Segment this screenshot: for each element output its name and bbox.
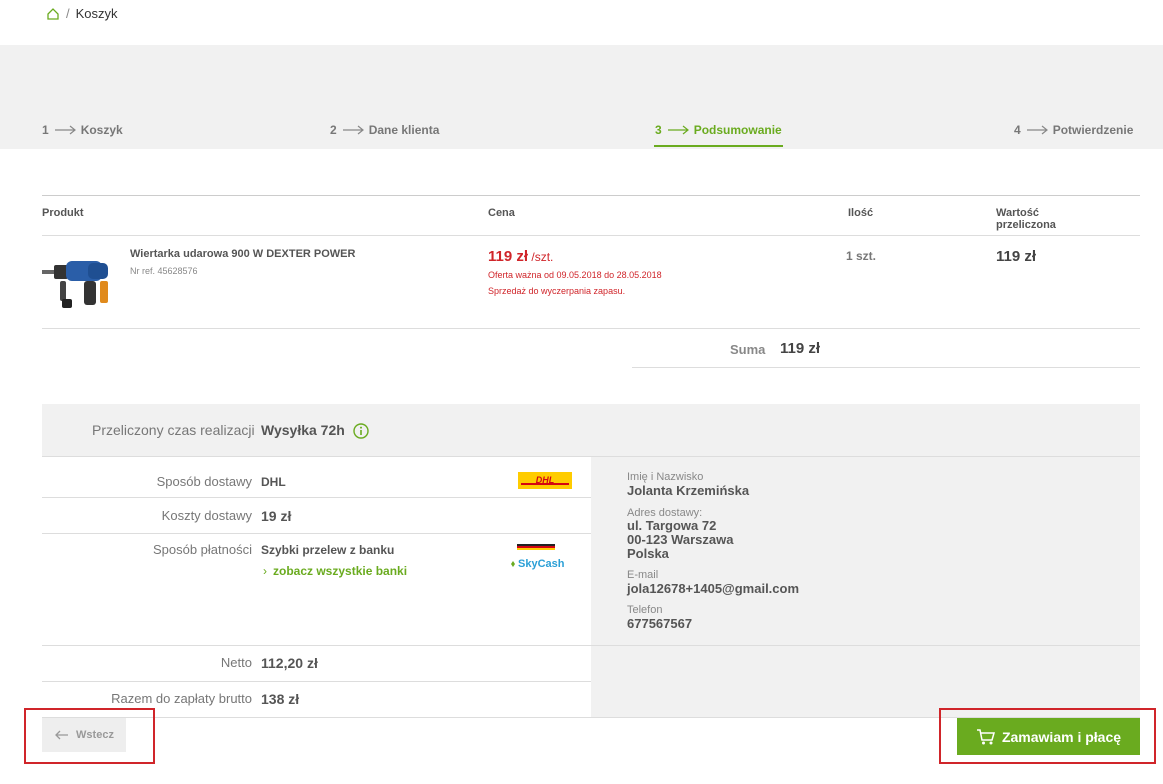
step-customer-data: 2 Dane klienta: [330, 123, 439, 137]
row-divider: [42, 681, 591, 682]
customer-details-panel: Imię i Nazwisko Jolanta Krzemińska Adres…: [591, 457, 1140, 717]
svg-text:DHL: DHL: [536, 475, 555, 485]
dhl-logo: DHL: [518, 472, 572, 489]
header-value-line1: Wartość: [996, 207, 1039, 219]
email-value: jola12678+1405@gmail.com: [627, 581, 800, 596]
product-ref: Nr ref. 45628576: [130, 266, 198, 276]
header-qty: Ilość: [848, 207, 874, 219]
delivery-cost-label: Koszty dostawy: [161, 508, 252, 523]
header-value-line2: przeliczona: [996, 219, 1056, 231]
sum-divider: [632, 367, 1140, 368]
step-confirmation: 4 Potwierdzenie: [1014, 123, 1133, 137]
chevron-right-icon: ›: [263, 564, 267, 578]
customer-name-label: Imię i Nazwisko: [627, 471, 704, 483]
step-label: Dane klienta: [368, 123, 440, 137]
netto-label: Netto: [220, 655, 252, 670]
home-icon[interactable]: [46, 7, 60, 21]
delivery-cost-value: 19 zł: [261, 508, 292, 524]
phone-label: Telefon: [627, 604, 663, 616]
netto-value: 112,20 zł: [261, 655, 318, 671]
step-cart: 1 Koszyk: [42, 123, 123, 137]
product-total: 119 zł: [996, 248, 1037, 265]
arrow-right-icon: [667, 125, 689, 135]
checkout-steps-band: [0, 45, 1163, 149]
step-number: 2: [330, 123, 337, 137]
step-label: Podsumowanie: [693, 123, 782, 137]
realization-label: Przeliczony czas realizacji: [92, 422, 255, 438]
stock-note: Sprzedaż do wyczerpania zapasu.: [488, 286, 626, 296]
step-label: Potwierdzenie: [1052, 123, 1134, 137]
realization-time-row: Przeliczony czas realizacji Wysyłka 72h: [42, 404, 1140, 456]
price-unit: /szt.: [528, 250, 554, 264]
offer-validity: Oferta ważna od 09.05.2018 do 28.05.2018: [488, 270, 662, 280]
dhl-logo-mark: DHL: [518, 472, 572, 489]
phone-value: 677567567: [627, 616, 693, 631]
delivery-method-value: DHL: [261, 475, 286, 489]
table-top-border: [42, 195, 1140, 196]
highlight-back-button: [24, 708, 155, 764]
header-price: Cena: [488, 207, 515, 219]
step-number: 4: [1014, 123, 1021, 137]
row-divider: [42, 533, 591, 534]
step-number: 1: [42, 123, 49, 137]
arrow-right-icon: [1026, 125, 1048, 135]
skycash-label: SkyCash: [518, 558, 565, 570]
product-qty: 1 szt.: [846, 249, 877, 263]
address-line-1: ul. Targowa 72: [627, 518, 717, 533]
customer-name-value: Jolanta Krzemińska: [627, 483, 750, 498]
header-divider: [42, 235, 1140, 236]
sum-label: Suma: [730, 342, 766, 357]
realization-value: Wysyłka 72h: [261, 422, 345, 438]
breadcrumb-current: Koszyk: [75, 6, 118, 21]
step-label: Koszyk: [80, 123, 123, 137]
header-value: Wartość przeliczona: [996, 207, 1056, 231]
arrow-right-icon: [342, 125, 364, 135]
payment-method-label: Sposób płatności: [152, 542, 252, 557]
email-label: E-mail: [627, 569, 659, 581]
info-icon[interactable]: [353, 423, 369, 439]
panel-divider: [591, 645, 1140, 646]
payment-method-value: Szybki przelew z banku: [261, 543, 395, 557]
arrow-right-icon: [54, 125, 76, 135]
step-number: 3: [655, 123, 662, 137]
breadcrumb: / Koszyk: [46, 6, 118, 21]
row-divider: [42, 497, 591, 498]
see-all-banks-text: zobacz wszystkie banki: [273, 564, 408, 578]
price-value: 119 zł: [488, 248, 529, 265]
address-line-2: 00-123 Warszawa: [627, 532, 734, 547]
table-bottom-border: [42, 328, 1140, 329]
highlight-order-button: [939, 708, 1156, 764]
header-product: Produkt: [42, 207, 84, 219]
brutto-value: 138 zł: [261, 691, 300, 707]
address-line-3: Polska: [627, 546, 669, 561]
drill-product-image[interactable]: [42, 248, 114, 312]
product-name[interactable]: Wiertarka udarowa 900 W DEXTER POWER: [130, 248, 355, 260]
delivery-method-label: Sposób dostawy: [156, 474, 252, 489]
step-summary: 3 Podsumowanie: [655, 123, 782, 137]
active-step-underline: [654, 145, 783, 147]
brutto-label: Razem do zapłaty brutto: [111, 691, 252, 706]
sum-value: 119 zł: [780, 340, 821, 357]
see-all-banks-link[interactable]: › zobacz wszystkie banki: [263, 564, 407, 578]
breadcrumb-separator: /: [66, 6, 70, 21]
skycash-logo: SkyCash: [506, 544, 566, 574]
row-divider: [42, 645, 591, 646]
product-price: 119 zł /szt.: [488, 248, 553, 265]
